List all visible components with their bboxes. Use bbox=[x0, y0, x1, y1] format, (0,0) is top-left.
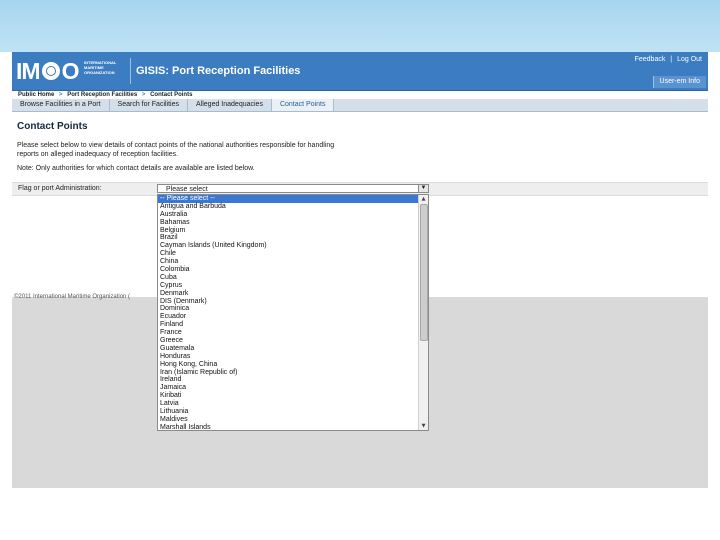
dropdown-option[interactable]: Latvia bbox=[158, 400, 418, 408]
dropdown-option[interactable]: Maldives bbox=[158, 416, 418, 424]
tab-bar: Browse Facilities in a Port Search for F… bbox=[12, 99, 708, 112]
tab-alleged-inadequacies[interactable]: Alleged Inadequacies bbox=[188, 99, 272, 111]
administration-select[interactable]: Please select ▼ bbox=[157, 184, 429, 193]
organization-name: INTERNATIONAL MARITIME ORGANIZATION bbox=[84, 60, 132, 75]
scroll-down-icon[interactable]: ▼ bbox=[419, 422, 428, 430]
breadcrumb-separator: > bbox=[141, 92, 146, 98]
page-title: Contact Points bbox=[17, 121, 88, 132]
dropdown-option[interactable]: Colombia bbox=[158, 266, 418, 274]
dropdown-option[interactable]: Guatemala bbox=[158, 345, 418, 353]
tab-browse-facilities[interactable]: Browse Facilities in a Port bbox=[12, 99, 110, 111]
dropdown-option[interactable]: Chile bbox=[158, 250, 418, 258]
chevron-down-icon[interactable]: ▼ bbox=[418, 185, 428, 192]
dropdown-option[interactable]: Marshall Islands bbox=[158, 424, 418, 430]
un-emblem-icon bbox=[41, 62, 60, 80]
dropdown-option[interactable]: Jamaica bbox=[158, 384, 418, 392]
dropdown-option[interactable]: Cuba bbox=[158, 274, 418, 282]
administration-dropdown-list[interactable]: -- Please select -- Antigua and Barbuda Au… bbox=[157, 194, 429, 431]
dropdown-options: -- Please select -- Antigua and Barbuda Au… bbox=[158, 195, 418, 430]
dropdown-option[interactable]: DIS (Denmark) bbox=[158, 298, 418, 306]
scroll-up-icon[interactable]: ▲ bbox=[419, 195, 428, 203]
dropdown-option[interactable]: Bahamas bbox=[158, 219, 418, 227]
tab-search-facilities[interactable]: Search for Facilities bbox=[110, 99, 188, 111]
imo-logo[interactable]: IM O bbox=[16, 57, 80, 84]
page-description: Please select below to view details of c… bbox=[17, 142, 335, 158]
page-note: Note: Only authorities for which contact… bbox=[17, 165, 255, 172]
copyright-footer: ©2011 International Maritime Organizatio… bbox=[14, 294, 131, 300]
dropdown-option[interactable]: Kiribati bbox=[158, 392, 418, 400]
dropdown-option[interactable]: Belgium bbox=[158, 227, 418, 235]
select-value: Please select bbox=[166, 186, 208, 193]
breadcrumb-public-home[interactable]: Public Home bbox=[18, 92, 54, 98]
dropdown-option[interactable]: Antigua and Barbuda bbox=[158, 203, 418, 211]
scrollbar-thumb[interactable] bbox=[420, 204, 428, 341]
top-links: Feedback | Log Out bbox=[635, 56, 702, 63]
header-divider bbox=[130, 58, 131, 84]
dropdown-option[interactable]: Brazil bbox=[158, 234, 418, 242]
dropdown-option[interactable]: France bbox=[158, 329, 418, 337]
org-line: ORGANIZATION bbox=[84, 70, 115, 75]
breadcrumb-contact-points: Contact Points bbox=[150, 92, 193, 98]
dropdown-option[interactable]: Finland bbox=[158, 321, 418, 329]
dropdown-option[interactable]: Cayman Islands (United Kingdom) bbox=[158, 242, 418, 250]
slide-background bbox=[0, 0, 720, 52]
site-header: IM O INTERNATIONAL MARITIME ORGANIZATION… bbox=[12, 52, 708, 91]
browser-screenshot: IM O INTERNATIONAL MARITIME ORGANIZATION… bbox=[12, 52, 708, 488]
dropdown-option[interactable]: Iran (Islamic Republic of) bbox=[158, 369, 418, 377]
dropdown-option[interactable]: Ireland bbox=[158, 376, 418, 384]
dropdown-option[interactable]: Ecuador bbox=[158, 313, 418, 321]
user-info-button[interactable]: User-em Info bbox=[652, 76, 706, 88]
app-title: GISIS: Port Reception Facilities bbox=[136, 65, 301, 77]
breadcrumb: Public Home > Port Reception Facilities … bbox=[18, 91, 192, 99]
tab-contact-points[interactable]: Contact Points bbox=[271, 99, 335, 111]
dropdown-option[interactable]: Australia bbox=[158, 211, 418, 219]
link-separator: | bbox=[670, 56, 673, 63]
dropdown-option[interactable]: Greece bbox=[158, 337, 418, 345]
dropdown-option[interactable]: Cyprus bbox=[158, 282, 418, 290]
dropdown-scrollbar[interactable]: ▲ ▼ bbox=[418, 195, 428, 430]
breadcrumb-separator: > bbox=[59, 92, 63, 98]
dropdown-option[interactable]: Hong Kong, China bbox=[158, 361, 418, 369]
logo-text-left: IM bbox=[16, 57, 41, 84]
dropdown-option[interactable]: Denmark bbox=[158, 290, 418, 298]
dropdown-option[interactable]: Lithuania bbox=[158, 408, 418, 416]
feedback-link[interactable]: Feedback bbox=[635, 56, 666, 63]
logout-link[interactable]: Log Out bbox=[677, 56, 702, 63]
administration-label: Flag or port Administration: bbox=[18, 185, 102, 192]
breadcrumb-port-reception[interactable]: Port Reception Facilities bbox=[67, 92, 137, 98]
dropdown-option[interactable]: Dominica bbox=[158, 305, 418, 313]
dropdown-option[interactable]: China bbox=[158, 258, 418, 266]
logo-text-right: O bbox=[61, 57, 80, 84]
dropdown-option[interactable]: -- Please select -- bbox=[158, 195, 418, 203]
dropdown-option[interactable]: Honduras bbox=[158, 353, 418, 361]
